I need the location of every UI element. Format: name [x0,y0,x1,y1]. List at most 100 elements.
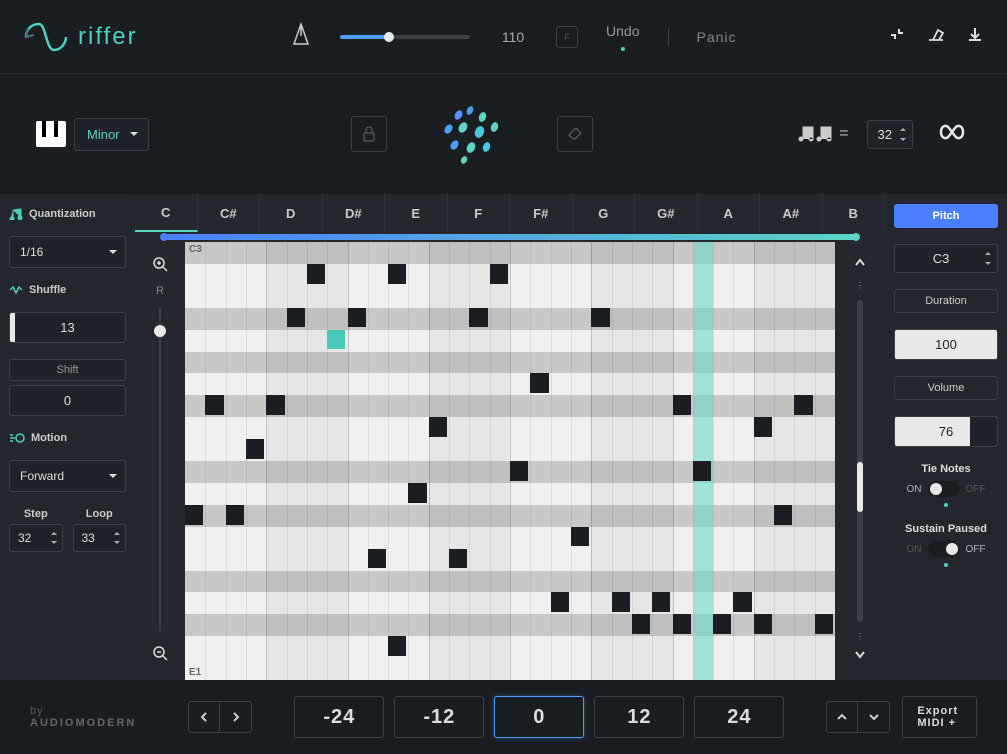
quantization-select[interactable]: 1/16 [9,236,126,268]
volume-input[interactable]: 76 [894,416,998,447]
note-cell[interactable] [693,461,711,481]
octave-up-button[interactable] [826,701,858,733]
note-cell[interactable] [226,505,244,525]
note-cell[interactable] [591,308,609,328]
note-cell[interactable] [490,264,508,284]
note-tab-Gsharp[interactable]: G# [635,194,698,232]
note-cell[interactable] [794,395,812,415]
export-midi-button[interactable]: Export MIDI + [902,696,977,738]
note-cell[interactable] [246,439,264,459]
tie-notes-toggle[interactable] [928,481,960,497]
collapse-icon[interactable] [889,26,905,47]
top-bar: riffer 110 F Undo Panic [0,0,1007,74]
note-tab-Asharp[interactable]: A# [760,194,823,232]
motion-icon [9,432,25,444]
note-cell[interactable] [713,614,731,634]
scroll-column-right: ⋮ ⋮ [835,242,885,680]
freerun-toggle[interactable]: F [556,26,578,48]
panic-button[interactable]: Panic [697,29,737,45]
randomize-dice-icon[interactable] [437,104,507,164]
note-cell[interactable] [530,373,548,393]
download-icon[interactable] [967,26,983,47]
range-band[interactable] [135,232,885,242]
lock-button[interactable] [351,116,387,152]
note-cell[interactable] [429,417,447,437]
on-label: ON [907,484,922,495]
octave-down-button[interactable] [858,701,890,733]
zoom-out-icon[interactable] [152,645,168,666]
next-button[interactable] [220,701,252,733]
note-tab-G[interactable]: G [573,194,636,232]
note-tab-A[interactable]: A [698,194,761,232]
loop-spinner[interactable]: 33 [73,524,127,552]
transpose-24[interactable]: 24 [694,696,784,738]
note-cell[interactable] [815,614,833,634]
dots-icon: ⋮ [856,281,864,290]
note-cell-selected[interactable] [327,330,345,350]
scale-select[interactable]: Minor [74,118,149,151]
note-cell[interactable] [754,417,772,437]
note-cell[interactable] [449,549,467,569]
note-cell[interactable] [673,614,691,634]
sustain-toggle[interactable] [928,541,960,557]
note-cell[interactable] [774,505,792,525]
note-cell[interactable] [266,395,284,415]
note-tab-Dsharp[interactable]: D# [323,194,386,232]
piano-icon[interactable] [36,121,66,147]
note-cell[interactable] [388,636,406,656]
undo-button[interactable]: Undo [606,23,639,51]
motion-select[interactable]: Forward [9,460,126,492]
step-spinner[interactable]: 32 [9,524,63,552]
note-cell[interactable] [510,461,528,481]
note-cell[interactable] [733,592,751,612]
note-cell[interactable] [287,308,305,328]
transpose--24[interactable]: -24 [294,696,384,738]
scroll-down-icon[interactable] [853,647,867,666]
pitch-value[interactable]: C3 [894,244,998,273]
scroll-up-icon[interactable] [853,256,867,275]
transpose--12[interactable]: -12 [394,696,484,738]
note-cell[interactable] [368,549,386,569]
note-tab-B[interactable]: B [823,194,886,232]
note-cell[interactable] [571,527,589,547]
note-cell[interactable] [408,483,426,503]
note-tab-Fsharp[interactable]: F# [510,194,573,232]
note-cell[interactable] [612,592,630,612]
note-tab-F[interactable]: F [448,194,511,232]
app-name: riffer [78,23,138,51]
steps-spinner[interactable]: 32 [867,120,913,149]
tempo-value[interactable]: 110 [498,29,528,45]
note-cell[interactable] [632,614,650,634]
note-tab-C[interactable]: C [135,194,198,232]
infinity-icon[interactable] [931,121,971,148]
note-cell[interactable] [551,592,569,612]
zoom-in-icon[interactable] [152,256,168,277]
note-tab-E[interactable]: E [385,194,448,232]
metronome-icon[interactable] [290,22,312,51]
pitch-header[interactable]: Pitch [894,204,998,228]
note-tab-Csharp[interactable]: C# [198,194,261,232]
note-cell[interactable] [754,614,772,634]
note-cell[interactable] [185,505,203,525]
note-cell[interactable] [205,395,223,415]
note-cell[interactable] [652,592,670,612]
tempo-slider[interactable] [340,35,470,39]
note-cell[interactable] [673,395,691,415]
shuffle-input[interactable]: 13 [9,312,126,343]
transpose-0[interactable]: 0 [494,696,584,738]
prev-button[interactable] [188,701,220,733]
note-cell[interactable] [469,308,487,328]
note-cell[interactable] [307,264,325,284]
duration-input[interactable]: 100 [894,329,998,360]
grid-area: R C3 E1 ⋮ ⋮ [135,242,885,680]
eraser-button[interactable] [557,116,593,152]
transpose-12[interactable]: 12 [594,696,684,738]
zoom-slider[interactable] [159,307,161,631]
note-cell[interactable] [388,264,406,284]
note-tab-D[interactable]: D [260,194,323,232]
note-cell[interactable] [348,308,366,328]
erase-icon[interactable] [927,26,945,47]
piano-roll-grid[interactable]: C3 E1 [185,242,835,680]
shift-input[interactable]: 0 [9,385,126,416]
vertical-scrollbar[interactable] [857,300,863,622]
